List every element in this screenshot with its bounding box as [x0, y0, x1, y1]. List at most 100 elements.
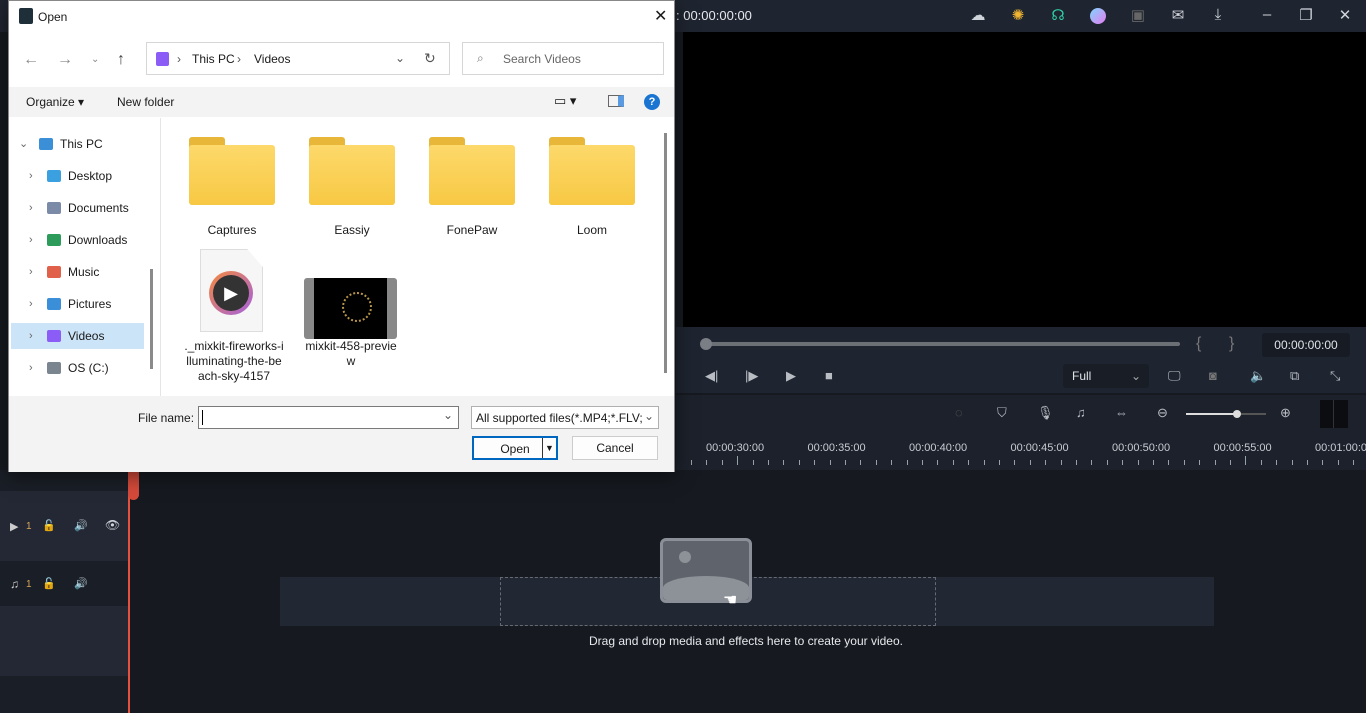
- next-frame-icon[interactable]: |▶: [745, 368, 758, 384]
- chevron-right-icon[interactable]: ›: [29, 323, 33, 349]
- scrub-handle[interactable]: [700, 338, 712, 350]
- mark-out-button[interactable]: }: [1229, 335, 1234, 353]
- nav-item-icon: [39, 138, 53, 150]
- recent-dropdown-icon[interactable]: ⌄: [91, 54, 99, 65]
- marker-icon[interactable]: ⛉: [997, 405, 1007, 421]
- chevron-right-icon[interactable]: ›: [29, 227, 33, 253]
- file-label[interactable]: mixkit-458-preview: [301, 339, 401, 369]
- view-icon[interactable]: ▭ ▾: [554, 93, 576, 109]
- ruler-tick: [1322, 460, 1324, 465]
- close-app-icon[interactable]: ✕: [1334, 6, 1356, 24]
- forward-icon[interactable]: →: [57, 51, 73, 69]
- mark-in-button[interactable]: {: [1196, 335, 1201, 353]
- nav-scrollbar[interactable]: [150, 269, 153, 369]
- minimize-icon[interactable]: –: [1256, 6, 1278, 23]
- speaker-icon[interactable]: 🔊: [74, 577, 88, 590]
- nav-item[interactable]: › OS (C:): [11, 355, 144, 381]
- hand-cursor-icon: ☚: [723, 592, 738, 609]
- eye-icon[interactable]: 👁: [105, 518, 120, 532]
- files-scrollbar[interactable]: [664, 133, 667, 373]
- chevron-right-icon[interactable]: ›: [29, 355, 33, 381]
- playhead[interactable]: [128, 470, 130, 713]
- nav-item[interactable]: › Documents: [11, 195, 144, 221]
- save-icon[interactable]: ▣: [1127, 6, 1149, 24]
- back-icon[interactable]: ←: [23, 51, 39, 69]
- address-bar[interactable]: › This PC › Videos ⌄ ↻: [146, 42, 450, 75]
- chevron-right-icon[interactable]: ›: [29, 163, 33, 189]
- zoom-in-icon[interactable]: ⊕: [1280, 405, 1291, 421]
- render-icon[interactable]: ◌: [955, 405, 963, 420]
- preview-pane-icon[interactable]: [608, 95, 624, 107]
- quality-select[interactable]: Full ⌄: [1063, 364, 1149, 388]
- mail-icon[interactable]: ✉: [1167, 6, 1189, 24]
- refresh-icon[interactable]: ↻: [424, 50, 436, 67]
- file-type-select[interactable]: All supported files(*.MP4;*.FLV; ⌄: [471, 406, 659, 429]
- display-icon[interactable]: 🖵: [1168, 368, 1181, 384]
- folder-label[interactable]: Captures: [177, 223, 287, 237]
- folder-icon[interactable]: [549, 137, 635, 205]
- avatar[interactable]: [1090, 8, 1106, 24]
- volume-icon[interactable]: 🔈: [1250, 368, 1266, 384]
- fullscreen-icon[interactable]: ⤡: [1330, 368, 1340, 384]
- zoom-slider-handle[interactable]: [1233, 410, 1241, 418]
- breadcrumb-videos[interactable]: Videos: [254, 52, 290, 66]
- nav-item[interactable]: › Videos: [11, 323, 144, 349]
- video-thumbnail[interactable]: [304, 278, 397, 339]
- headset-icon[interactable]: ☊: [1047, 6, 1069, 24]
- folder-icon[interactable]: [429, 137, 515, 205]
- open-button[interactable]: Open ▼: [472, 436, 558, 460]
- snapshot-icon[interactable]: ◙: [1209, 368, 1217, 383]
- cloud-icon[interactable]: ☁: [967, 6, 989, 24]
- ruler-label: 00:00:50:00: [1112, 442, 1171, 454]
- nav-item[interactable]: › Downloads: [11, 227, 144, 253]
- chevron-right-icon[interactable]: ›: [29, 291, 33, 317]
- zoom-out-icon[interactable]: ⊖: [1157, 405, 1168, 421]
- up-icon[interactable]: ↑: [117, 51, 125, 69]
- dialog-title: Open: [38, 10, 68, 24]
- folder-label[interactable]: FonePaw: [417, 223, 527, 237]
- panel-toggle[interactable]: [1320, 400, 1348, 428]
- folder-label[interactable]: Eassiy: [297, 223, 407, 237]
- lock-icon[interactable]: 🔓: [42, 577, 56, 590]
- download-icon[interactable]: ⤓: [1207, 6, 1229, 23]
- layout-icon[interactable]: ⧉: [1290, 368, 1299, 384]
- nav-item[interactable]: › Music: [11, 259, 144, 285]
- help-icon[interactable]: ?: [644, 94, 660, 110]
- organize-button[interactable]: Organize ▾: [26, 95, 84, 109]
- fit-timeline-icon[interactable]: ⇔: [1115, 405, 1128, 420]
- prev-frame-icon[interactable]: ◀|: [705, 368, 718, 384]
- breadcrumb-this-pc[interactable]: This PC: [192, 52, 235, 66]
- nav-item[interactable]: › Pictures: [11, 291, 144, 317]
- zoom-slider[interactable]: [1186, 413, 1266, 415]
- folder-icon[interactable]: [189, 137, 275, 205]
- ruler-label: 00:01:00:00: [1315, 442, 1366, 454]
- lightbulb-icon[interactable]: ✺: [1007, 6, 1029, 24]
- video-track-number: 1: [26, 521, 32, 532]
- new-folder-button[interactable]: New folder: [117, 95, 174, 109]
- file-label[interactable]: ._mixkit-fireworks-illuminating-the-beac…: [184, 339, 284, 384]
- nav-item-icon: [47, 330, 61, 342]
- chevron-right-icon[interactable]: ›: [29, 195, 33, 221]
- microphone-icon[interactable]: 🎙: [1037, 405, 1054, 421]
- stop-icon[interactable]: ■: [825, 368, 833, 383]
- folder-icon[interactable]: [309, 137, 395, 205]
- audio-mixer-icon[interactable]: ♫: [1076, 405, 1086, 420]
- playhead-handle[interactable]: [128, 470, 139, 500]
- close-icon[interactable]: ✕: [654, 6, 667, 26]
- restore-icon[interactable]: ❐: [1295, 6, 1317, 24]
- address-dropdown-icon[interactable]: ⌄: [395, 51, 405, 65]
- speaker-icon[interactable]: 🔊: [74, 519, 88, 532]
- cancel-button[interactable]: Cancel: [572, 436, 658, 460]
- nav-item[interactable]: ⌄ This PC: [11, 131, 144, 157]
- chevron-right-icon[interactable]: ›: [29, 259, 33, 285]
- scrub-bar[interactable]: [706, 342, 1180, 346]
- folder-label[interactable]: Loom: [537, 223, 647, 237]
- lock-icon[interactable]: 🔓: [42, 519, 56, 532]
- search-input[interactable]: ⌕ Search Videos: [462, 42, 664, 75]
- audio-track-icon: ♫: [10, 577, 19, 591]
- chevron-down-icon[interactable]: ⌄: [19, 131, 28, 157]
- video-file-icon[interactable]: ▶: [200, 249, 263, 332]
- play-icon[interactable]: ▶: [786, 368, 796, 384]
- nav-item[interactable]: › Desktop: [11, 163, 144, 189]
- file-name-input[interactable]: ⌄: [198, 406, 459, 429]
